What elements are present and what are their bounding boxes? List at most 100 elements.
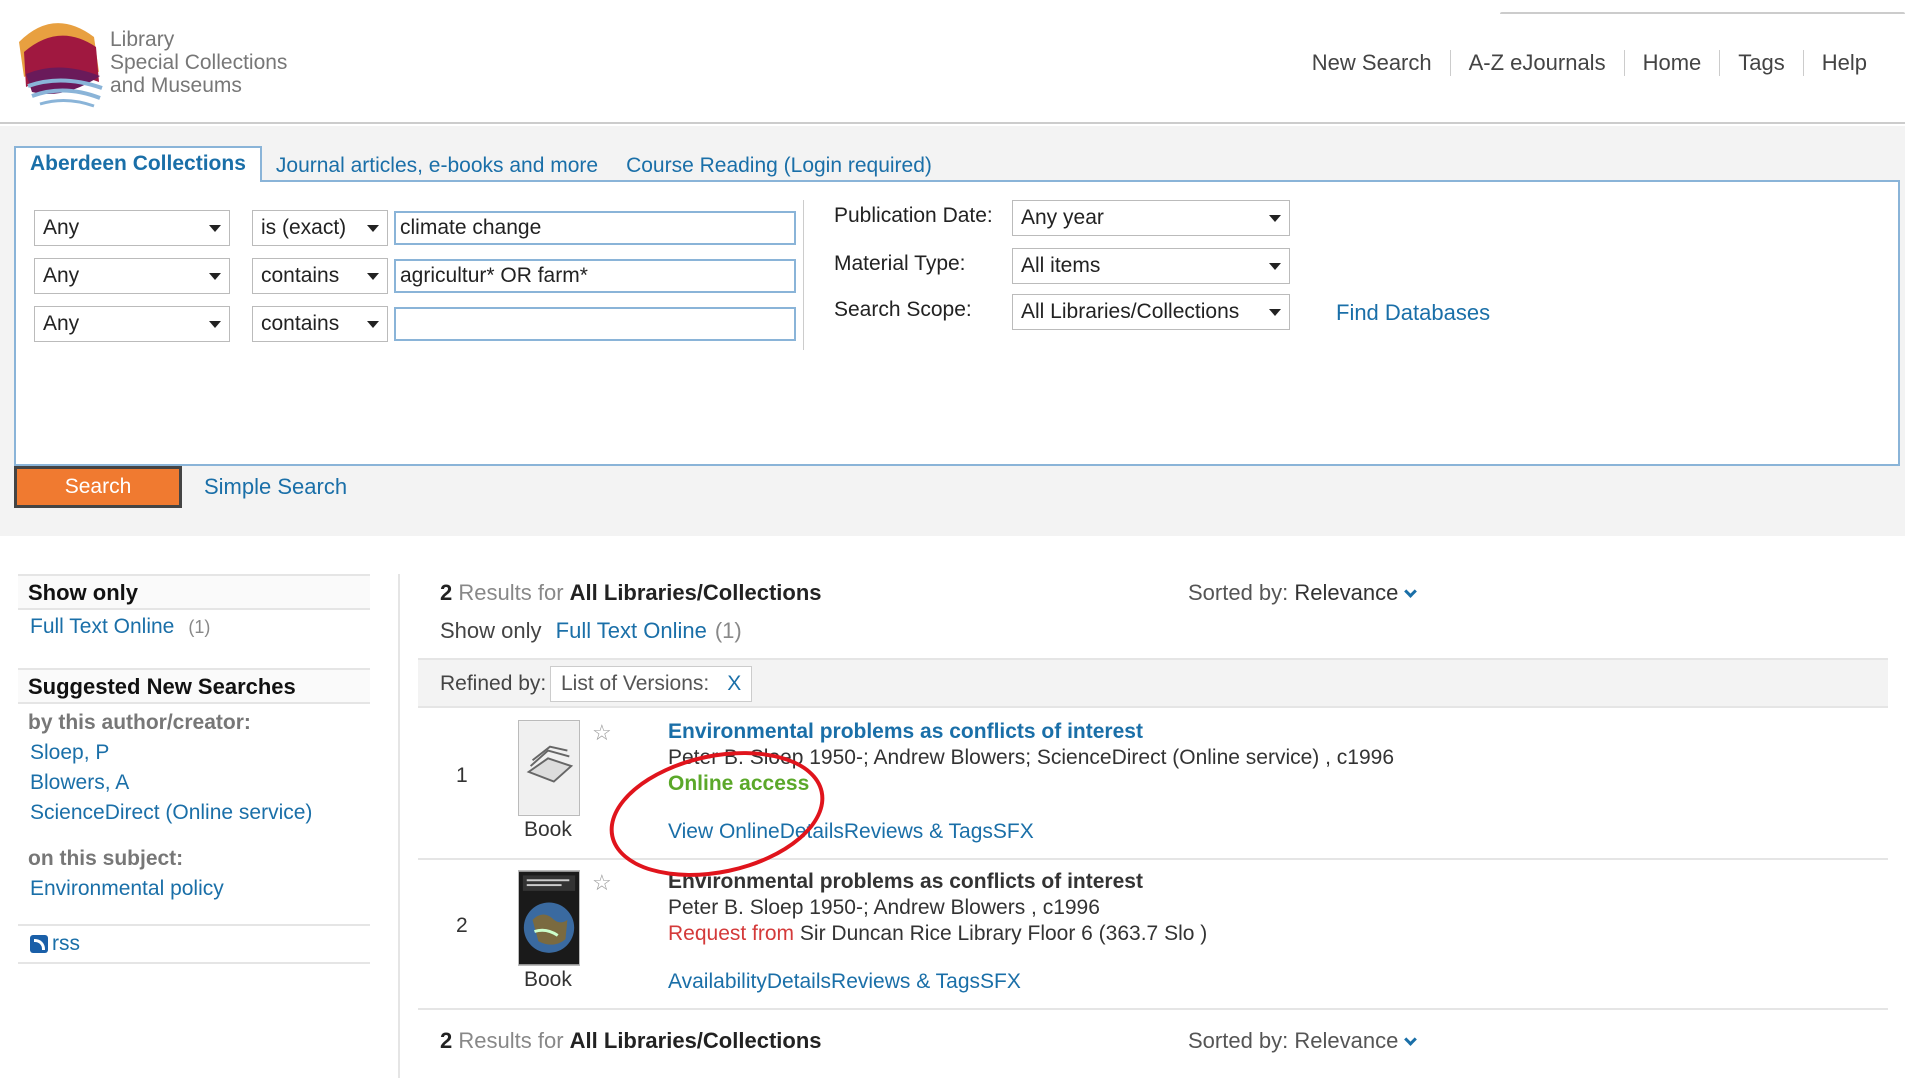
search-term-value: climate change bbox=[400, 216, 542, 239]
full-text-online-link[interactable]: Full Text Online bbox=[556, 618, 707, 643]
rss-box: rss bbox=[18, 924, 370, 964]
remove-refinement-icon[interactable]: X bbox=[727, 672, 741, 696]
star-icon[interactable]: ☆ bbox=[592, 870, 612, 896]
operator-select[interactable]: is (exact) bbox=[252, 210, 388, 246]
material-type-value: All items bbox=[1021, 254, 1101, 277]
reviews-tags-tab[interactable]: Reviews & Tags bbox=[831, 970, 980, 994]
search-term-input[interactable]: agricultur* OR farm* bbox=[394, 259, 796, 293]
material-type-select[interactable]: All items bbox=[1012, 248, 1290, 284]
author-link[interactable]: Blowers, A bbox=[30, 771, 129, 794]
refinement-chip: List of Versions: X bbox=[550, 666, 753, 702]
search-area: Aberdeen Collections Journal articles, e… bbox=[0, 126, 1905, 536]
material-type-label: Book bbox=[524, 968, 572, 991]
subject-link[interactable]: Environmental policy bbox=[30, 877, 224, 900]
sort-control-footer[interactable]: Sorted by: Relevance bbox=[1188, 1028, 1418, 1054]
search-row: Any contains agricultur* OR farm* bbox=[34, 258, 796, 294]
simple-search-link[interactable]: Simple Search bbox=[204, 474, 347, 500]
author-suggestion: ScienceDirect (Online service) bbox=[18, 798, 370, 828]
author-link[interactable]: ScienceDirect (Online service) bbox=[30, 801, 312, 824]
search-term-input[interactable]: climate change bbox=[394, 211, 796, 245]
results-summary: 2 Results for All Libraries/Collections bbox=[440, 580, 822, 606]
results-count: 2 bbox=[440, 1028, 453, 1053]
field-select-value: Any bbox=[43, 264, 80, 287]
availability-tab[interactable]: Availability bbox=[668, 970, 767, 994]
results-scope: All Libraries/Collections bbox=[569, 580, 822, 605]
dropdown-caret-icon bbox=[209, 224, 221, 232]
result-number: 2 bbox=[456, 914, 468, 937]
search-term-input[interactable] bbox=[394, 307, 796, 341]
rss-link[interactable]: rss bbox=[52, 932, 80, 956]
field-select[interactable]: Any bbox=[34, 210, 230, 246]
search-tabs: Aberdeen Collections Journal articles, e… bbox=[14, 146, 946, 182]
search-row: Any is (exact) climate change bbox=[34, 210, 796, 246]
dropdown-caret-icon bbox=[209, 272, 221, 280]
chevron-down-icon[interactable] bbox=[1404, 1033, 1418, 1046]
chevron-down-icon[interactable] bbox=[1404, 585, 1418, 598]
search-button[interactable]: Search bbox=[14, 466, 182, 508]
publication-date-select[interactable]: Any year bbox=[1012, 200, 1290, 236]
dropdown-caret-icon bbox=[1269, 308, 1281, 316]
results-for-label: Results for bbox=[458, 580, 564, 605]
logo-line: Special Collections bbox=[110, 51, 288, 74]
nav-az-ejournals[interactable]: A-Z eJournals bbox=[1449, 50, 1624, 76]
nav-home[interactable]: Home bbox=[1623, 50, 1720, 76]
by-author-label: by this author/creator: bbox=[28, 711, 251, 734]
full-text-online-facet[interactable]: Full Text Online bbox=[30, 615, 174, 638]
result-title-link[interactable]: Environmental problems as conflicts of i… bbox=[668, 720, 1143, 744]
library-logo[interactable] bbox=[14, 12, 104, 110]
nav-help[interactable]: Help bbox=[1802, 50, 1885, 76]
publication-date-value: Any year bbox=[1021, 206, 1104, 229]
top-nav: New Search A-Z eJournals Home Tags Help bbox=[1294, 50, 1885, 76]
results-count: 2 bbox=[440, 580, 453, 605]
result-actions: Availability Details Reviews & Tags SFX bbox=[668, 970, 1021, 994]
find-databases-link[interactable]: Find Databases bbox=[1336, 300, 1490, 326]
tab-course-reading[interactable]: Course Reading (Login required) bbox=[612, 150, 946, 182]
book-placeholder-icon[interactable] bbox=[518, 720, 580, 816]
top-border bbox=[1500, 12, 1905, 16]
tab-journal-articles[interactable]: Journal articles, e-books and more bbox=[262, 150, 612, 182]
results-scope: All Libraries/Collections bbox=[569, 1028, 822, 1053]
operator-select[interactable]: contains bbox=[252, 258, 388, 294]
search-scope-value: All Libraries/Collections bbox=[1021, 300, 1240, 323]
details-tab[interactable]: Details bbox=[767, 970, 831, 994]
result-item: 2 ☆ Book Environmental problems as confl… bbox=[418, 860, 1888, 1010]
search-term-value: agricultur* OR farm* bbox=[400, 264, 588, 287]
operator-select-value: contains bbox=[261, 312, 340, 335]
nav-tags[interactable]: Tags bbox=[1719, 50, 1802, 76]
rss-icon[interactable] bbox=[30, 935, 48, 953]
logo-line: Library bbox=[110, 28, 175, 51]
author-link[interactable]: Sloep, P bbox=[30, 741, 109, 764]
star-icon[interactable]: ☆ bbox=[592, 720, 612, 746]
show-only-bar: Show only Full Text Online (1) bbox=[440, 618, 742, 644]
tab-aberdeen-collections[interactable]: Aberdeen Collections bbox=[14, 146, 262, 182]
author-suggestion: Sloep, P bbox=[18, 738, 370, 768]
sfx-tab[interactable]: SFX bbox=[980, 970, 1021, 994]
request-from-label[interactable]: Request from bbox=[668, 922, 794, 945]
search-row: Any contains bbox=[34, 306, 796, 342]
logo-line: and Museums bbox=[110, 74, 242, 97]
dropdown-caret-icon bbox=[367, 320, 379, 328]
field-select[interactable]: Any bbox=[34, 258, 230, 294]
sorted-by-value[interactable]: Relevance bbox=[1294, 580, 1398, 605]
sort-control[interactable]: Sorted by: Relevance bbox=[1188, 580, 1418, 606]
dropdown-caret-icon bbox=[209, 320, 221, 328]
operator-select-value: is (exact) bbox=[261, 216, 347, 239]
nav-new-search[interactable]: New Search bbox=[1294, 50, 1450, 76]
suggested-searches-heading: Suggested New Searches bbox=[18, 668, 370, 704]
sorted-by-value[interactable]: Relevance bbox=[1294, 1028, 1398, 1053]
facets-sidebar: Show only Full Text Online (1) Suggested … bbox=[18, 574, 370, 964]
show-only-facet: Full Text Online (1) bbox=[18, 612, 370, 642]
column-divider bbox=[803, 200, 804, 350]
result-title[interactable]: Environmental problems as conflicts of i… bbox=[668, 870, 1143, 894]
dropdown-caret-icon bbox=[1269, 214, 1281, 222]
sfx-tab[interactable]: SFX bbox=[993, 820, 1034, 844]
field-select[interactable]: Any bbox=[34, 306, 230, 342]
reviews-tags-tab[interactable]: Reviews & Tags bbox=[844, 820, 993, 844]
search-scope-select[interactable]: All Libraries/Collections bbox=[1012, 294, 1290, 330]
sorted-by-label: Sorted by: bbox=[1188, 580, 1289, 605]
book-cover-image[interactable] bbox=[518, 870, 580, 966]
results-summary-footer: 2 Results for All Libraries/Collections bbox=[440, 1028, 822, 1054]
operator-select[interactable]: contains bbox=[252, 306, 388, 342]
author-suggestion: Blowers, A bbox=[18, 768, 370, 798]
show-only-label: Show only bbox=[440, 618, 542, 643]
